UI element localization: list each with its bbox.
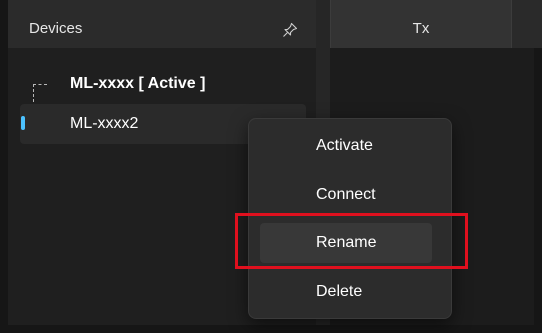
menu-item-connect[interactable]: Connect (260, 175, 432, 215)
device-item-ml-xxxx2[interactable]: ML-xxxx2 (70, 115, 138, 133)
tab-tx-label: Tx (412, 20, 430, 37)
device-item-ml-xxxx[interactable]: ML-xxxx [ Active ] (70, 75, 205, 93)
tree-connector (33, 84, 47, 85)
highlight-annotation-box (235, 213, 468, 269)
pin-icon[interactable] (282, 22, 298, 38)
menu-item-activate[interactable]: Activate (260, 126, 432, 166)
menu-item-label: Activate (316, 137, 373, 154)
devices-panel-title: Devices (29, 20, 83, 37)
selection-indicator (21, 116, 25, 130)
tab-strip: Tx (330, 0, 542, 48)
devices-panel-header: Devices (8, 0, 316, 48)
menu-item-label: Connect (316, 186, 376, 203)
menu-item-delete[interactable]: Delete (260, 272, 432, 312)
menu-item-label: Delete (316, 283, 363, 300)
tab-tx[interactable]: Tx (330, 0, 512, 48)
